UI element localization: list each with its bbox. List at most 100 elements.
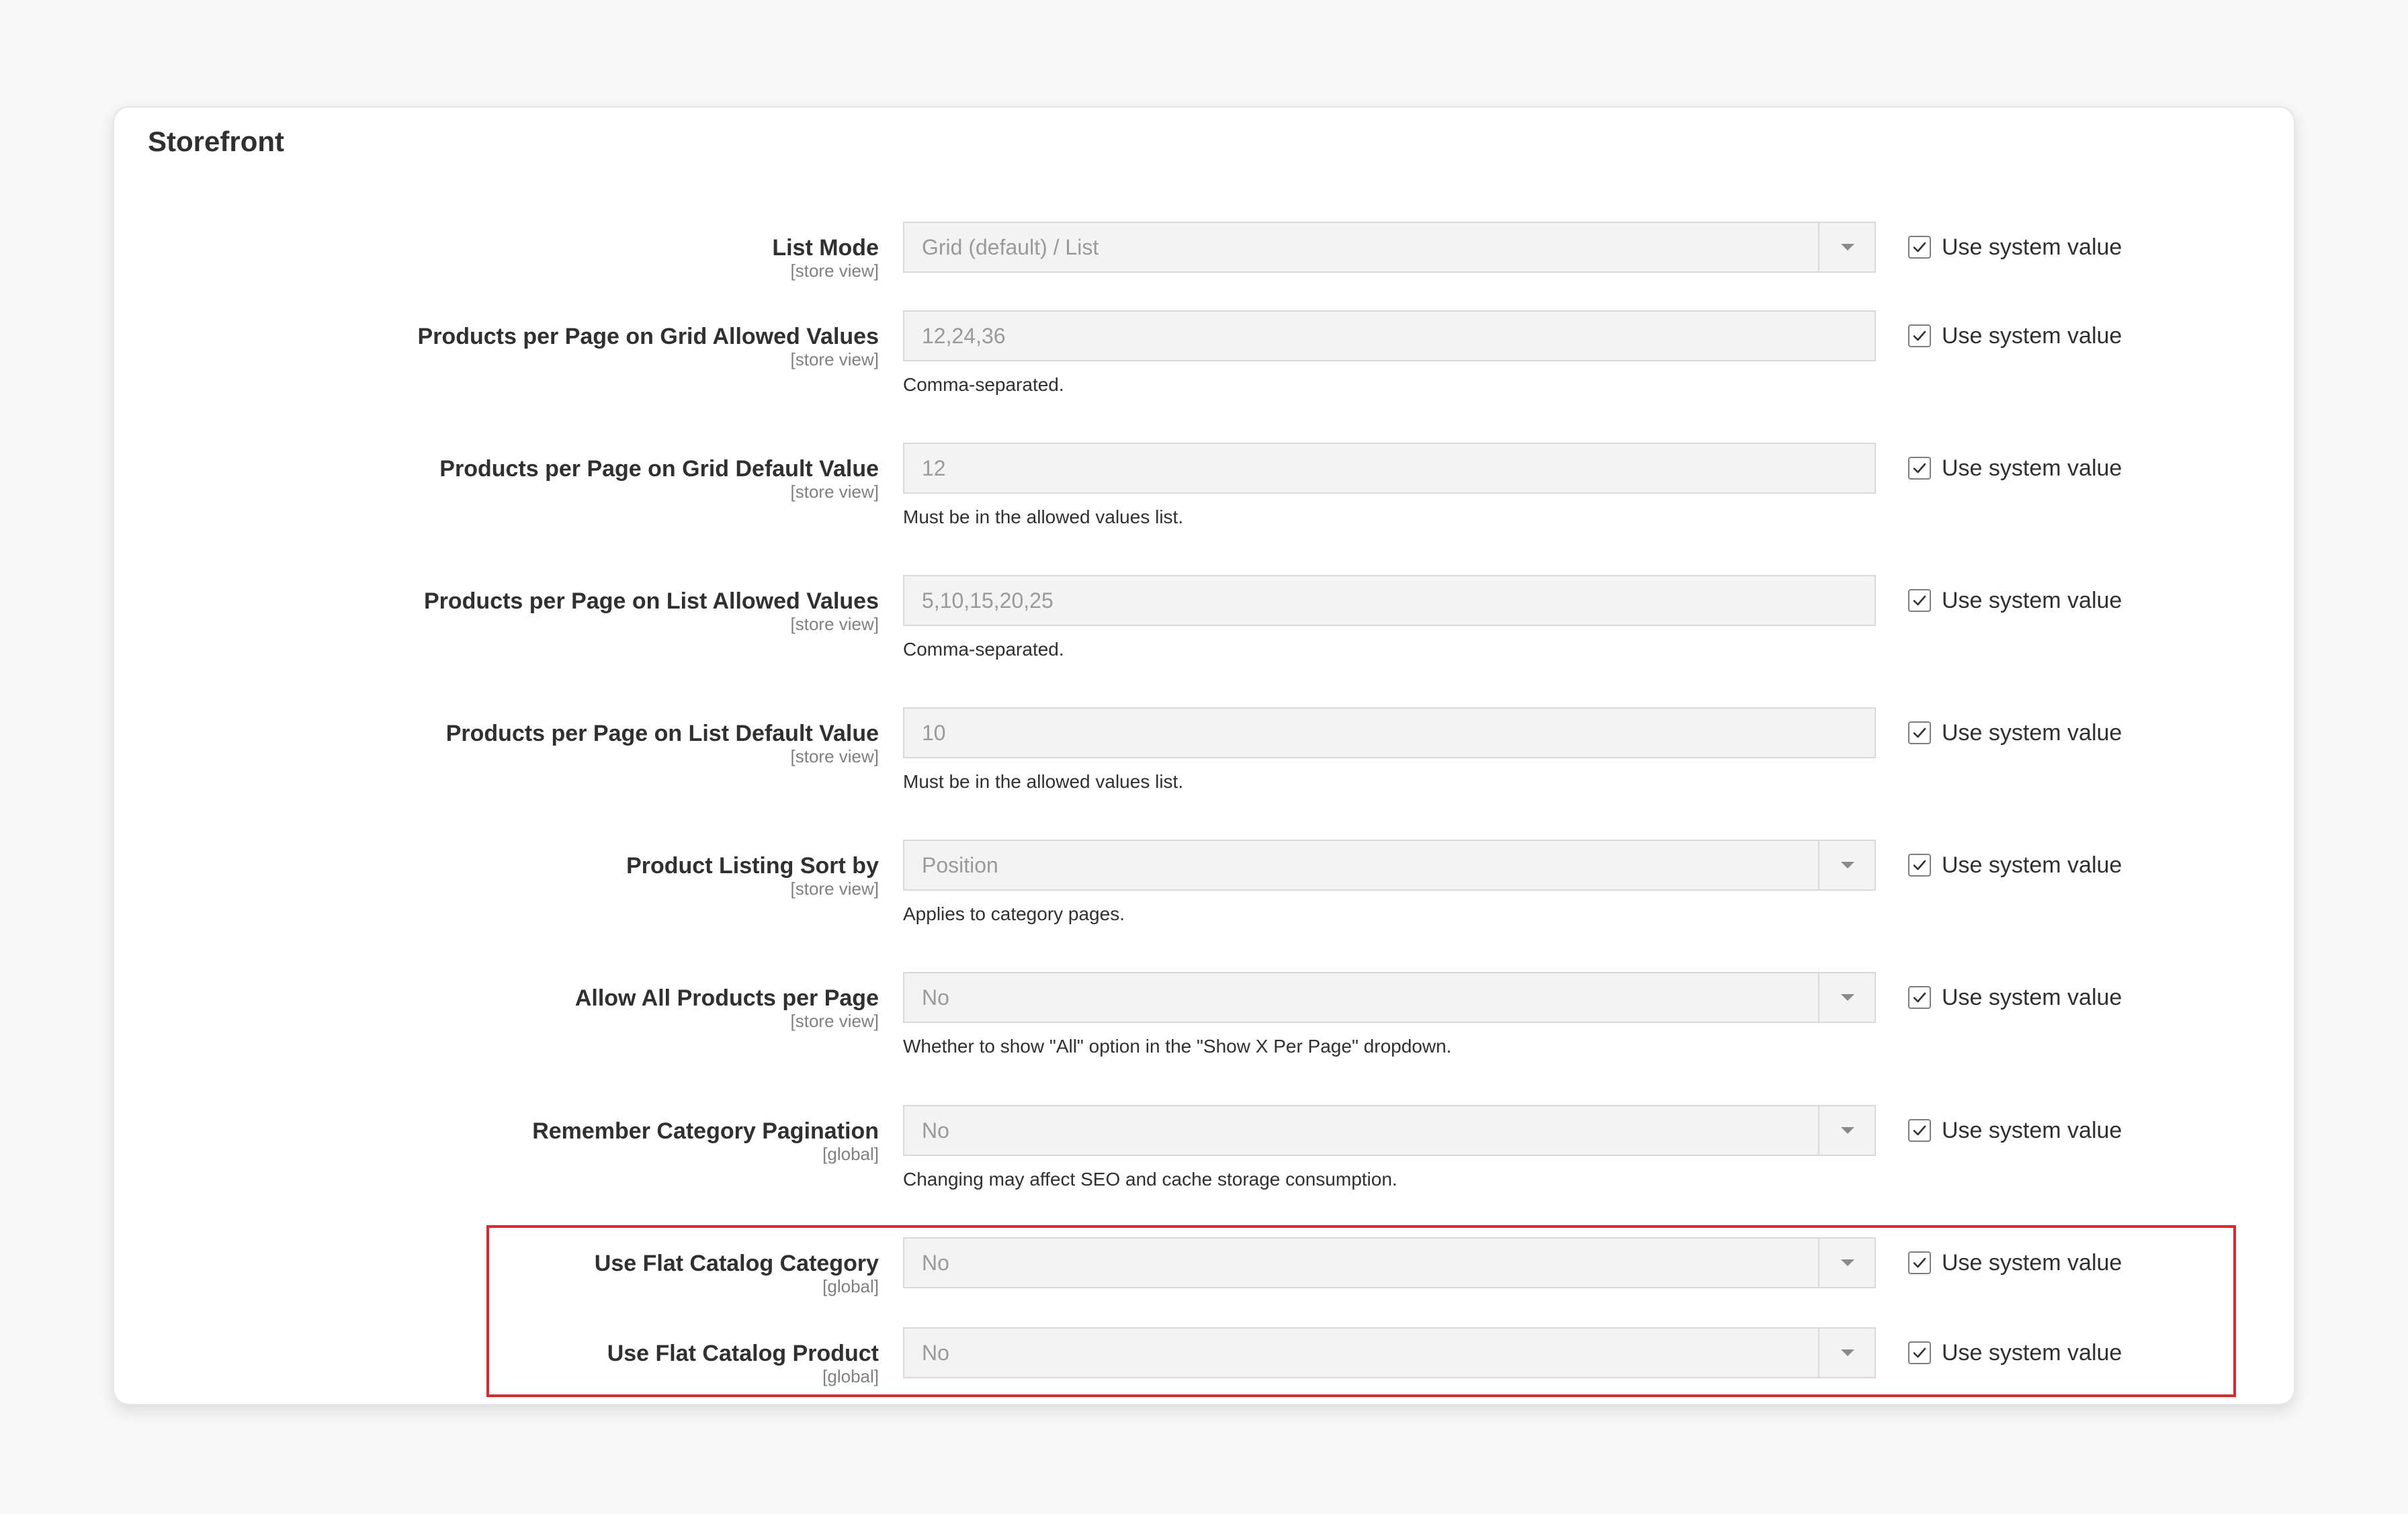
dropdown-button[interactable]	[1818, 973, 1875, 1022]
checkbox-label: Use system value	[1942, 455, 2122, 481]
select-value: Grid (default) / List	[922, 235, 1099, 259]
field-scope: [store view]	[790, 261, 879, 281]
use-system-value-checkbox[interactable]: Use system value	[1908, 231, 2122, 263]
field-label: Allow All Products per Page	[574, 985, 879, 1011]
dropdown-button[interactable]	[1818, 1106, 1875, 1155]
field-label-block: Allow All Products per Page [store view]	[207, 984, 879, 1031]
dropdown-button[interactable]	[1818, 223, 1875, 271]
use-system-value-checkbox[interactable]: Use system value	[1908, 849, 2122, 881]
dropdown-button[interactable]	[1818, 841, 1875, 889]
field-scope: [store view]	[790, 746, 879, 766]
checkbox-label: Use system value	[1942, 985, 2122, 1010]
field-label-block: Products per Page on List Allowed Values…	[207, 587, 879, 634]
field-label: Product Listing Sort by	[626, 853, 879, 879]
checkmark-icon	[1913, 330, 1926, 341]
field-label-block: Products per Page on Grid Default Value …	[207, 455, 879, 502]
checkmark-icon	[1913, 1125, 1926, 1136]
use-system-value-checkbox[interactable]: Use system value	[1908, 981, 2122, 1014]
field-scope: [global]	[822, 1366, 879, 1386]
field-row-list-mode: List Mode [store view] Grid (default) / …	[0, 222, 2408, 314]
select-value: No	[922, 985, 949, 1010]
checkbox-box[interactable]	[1908, 986, 1931, 1009]
checkbox-label: Use system value	[1942, 852, 2122, 878]
list-mode-select[interactable]: Grid (default) / List	[903, 222, 1876, 273]
field-label-block: Products per Page on Grid Allowed Values…	[207, 322, 879, 369]
field-note: Comma-separated.	[903, 374, 1064, 395]
checkbox-box[interactable]	[1908, 236, 1931, 259]
dropdown-button[interactable]	[1818, 1239, 1875, 1287]
checkbox-box[interactable]	[1908, 457, 1931, 480]
use-system-value-checkbox[interactable]: Use system value	[1908, 1247, 2122, 1279]
checkbox-box[interactable]	[1908, 721, 1931, 744]
dropdown-button[interactable]	[1818, 1329, 1875, 1377]
field-row-product-listing-sort-by: Product Listing Sort by [store view] Pos…	[0, 840, 2408, 932]
checkbox-box[interactable]	[1908, 1251, 1931, 1274]
field-note: Whether to show "All" option in the "Sho…	[903, 1036, 1452, 1057]
list-default-value-input[interactable]: 10	[903, 707, 1876, 758]
input-value: 10	[922, 721, 946, 745]
checkmark-icon	[1913, 242, 1926, 253]
field-label: Products per Page on List Default Value	[445, 721, 879, 746]
chevron-down-icon	[1841, 994, 1854, 1001]
field-label: Use Flat Catalog Product	[607, 1341, 879, 1366]
checkbox-label: Use system value	[1942, 1250, 2122, 1276]
field-label: Use Flat Catalog Category	[594, 1251, 879, 1276]
checkbox-box[interactable]	[1908, 324, 1931, 347]
input-value: 5,10,15,20,25	[922, 588, 1054, 613]
use-system-value-checkbox[interactable]: Use system value	[1908, 1114, 2122, 1147]
field-label: Remember Category Pagination	[532, 1118, 879, 1144]
chevron-down-icon	[1841, 1259, 1854, 1266]
field-scope: [store view]	[790, 614, 879, 634]
field-label-block: Products per Page on List Default Value …	[207, 719, 879, 766]
section-title: Storefront	[148, 126, 284, 157]
field-label-block: Use Flat Catalog Product [global]	[207, 1339, 879, 1386]
grid-allowed-values-input[interactable]: 12,24,36	[903, 310, 1876, 361]
checkmark-icon	[1913, 463, 1926, 474]
checkbox-box[interactable]	[1908, 1119, 1931, 1142]
select-value: No	[922, 1118, 949, 1143]
select-value: No	[922, 1251, 949, 1275]
select-value: Position	[922, 853, 998, 877]
field-note: Changing may affect SEO and cache storag…	[903, 1169, 1398, 1190]
field-label-block: Use Flat Catalog Category [global]	[207, 1249, 879, 1296]
use-system-value-checkbox[interactable]: Use system value	[1908, 717, 2122, 749]
field-scope: [store view]	[790, 1011, 879, 1031]
use-system-value-checkbox[interactable]: Use system value	[1908, 452, 2122, 484]
product-listing-sort-select[interactable]: Position	[903, 840, 1876, 891]
checkmark-icon	[1913, 860, 1926, 871]
checkbox-label: Use system value	[1942, 720, 2122, 746]
checkbox-box[interactable]	[1908, 589, 1931, 612]
flat-catalog-product-select[interactable]: No	[903, 1327, 1876, 1378]
input-value: 12	[922, 456, 946, 480]
checkbox-box[interactable]	[1908, 854, 1931, 877]
field-row-flat-catalog-category: Use Flat Catalog Category [global] No Us…	[0, 1237, 2408, 1330]
checkmark-icon	[1913, 727, 1926, 738]
field-scope: [store view]	[790, 482, 879, 502]
select-value: No	[922, 1341, 949, 1365]
field-label-block: Remember Category Pagination [global]	[207, 1117, 879, 1164]
field-label-block: List Mode [store view]	[207, 234, 879, 281]
field-note: Applies to category pages.	[903, 903, 1125, 924]
use-system-value-checkbox[interactable]: Use system value	[1908, 320, 2122, 352]
flat-catalog-category-select[interactable]: No	[903, 1237, 1876, 1288]
remember-pagination-select[interactable]: No	[903, 1105, 1876, 1156]
checkbox-label: Use system value	[1942, 1340, 2122, 1366]
input-value: 12,24,36	[922, 324, 1006, 348]
allow-all-products-select[interactable]: No	[903, 972, 1876, 1023]
chevron-down-icon	[1841, 862, 1854, 869]
field-label: List Mode	[772, 235, 879, 261]
field-row-remember-category-pagination: Remember Category Pagination [global] No…	[0, 1105, 2408, 1198]
chevron-down-icon	[1841, 1127, 1854, 1134]
checkbox-label: Use system value	[1942, 323, 2122, 349]
field-note: Comma-separated.	[903, 639, 1064, 660]
list-allowed-values-input[interactable]: 5,10,15,20,25	[903, 575, 1876, 626]
field-label: Products per Page on Grid Allowed Values	[417, 324, 879, 349]
field-row-grid-default-value: Products per Page on Grid Default Value …	[0, 443, 2408, 535]
field-row-list-default-value: Products per Page on List Default Value …	[0, 707, 2408, 800]
use-system-value-checkbox[interactable]: Use system value	[1908, 584, 2122, 617]
field-scope: [global]	[822, 1144, 879, 1164]
chevron-down-icon	[1841, 244, 1854, 251]
checkbox-box[interactable]	[1908, 1341, 1931, 1364]
grid-default-value-input[interactable]: 12	[903, 443, 1876, 494]
use-system-value-checkbox[interactable]: Use system value	[1908, 1337, 2122, 1369]
